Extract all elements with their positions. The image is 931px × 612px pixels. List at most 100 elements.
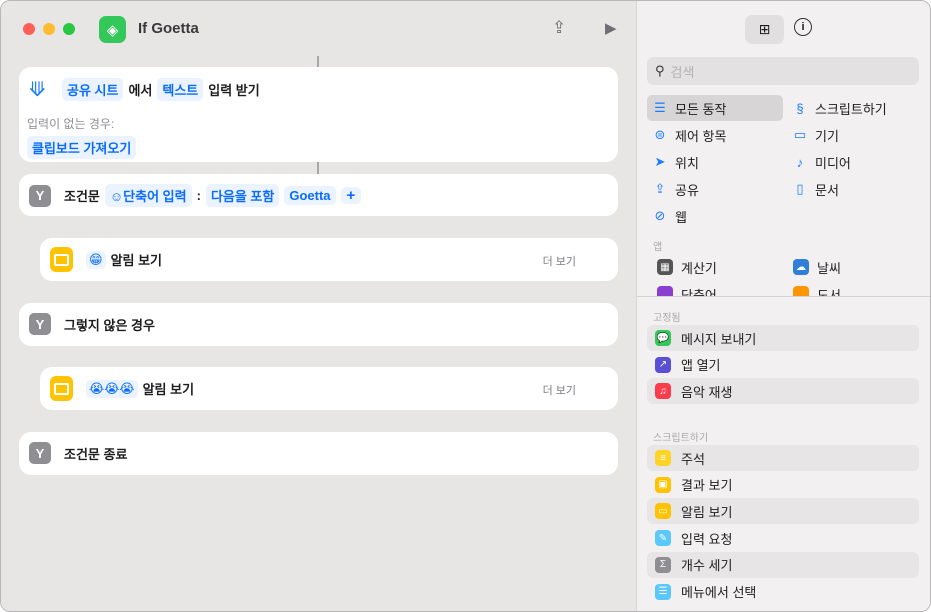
add-condition-button[interactable]: + [340, 187, 362, 204]
shortcut-icon[interactable]: ◈ [99, 16, 126, 43]
branch-icon: Y [29, 313, 51, 335]
item-label: 입력 요청 [681, 531, 733, 547]
end-if-label: 조건문 종료 [64, 446, 128, 462]
search-input[interactable]: ⚲ 검색 [647, 57, 919, 85]
category-item[interactable]: ▭ 기기 [787, 122, 923, 148]
category-label: 웹 [675, 209, 687, 225]
item-label: 개수 세기 [681, 558, 733, 574]
item-label: 알림 보기 [681, 504, 733, 520]
comment-icon: ≡ [655, 450, 671, 466]
category-item[interactable]: § 스크립트하기 [787, 95, 923, 121]
fallback-token[interactable]: 클립보드 가져오기 [27, 136, 137, 159]
category-label: 기기 [815, 128, 839, 144]
toggle-icon: ⊜ [654, 127, 666, 142]
category-item[interactable]: ➤ 위치 [647, 149, 783, 175]
pinned-item[interactable]: ↗ 앱 열기 [647, 352, 919, 378]
zoom-button[interactable] [63, 23, 75, 35]
open-app-icon: ↗ [655, 356, 671, 373]
search-icon: ⚲ [655, 63, 665, 78]
pinned-item[interactable]: ♫ 음악 재생 [647, 378, 919, 405]
compass-icon: ⊘ [654, 208, 666, 223]
category-item[interactable]: ⊘ 웹 [647, 203, 783, 229]
type-token[interactable]: 텍스트 [157, 78, 204, 101]
message-token[interactable]: 😁 [86, 250, 106, 269]
app-label: 계산기 [681, 260, 717, 276]
connector [317, 162, 319, 174]
pinned-section-label: 고정됨 [653, 313, 681, 324]
show-alert-action[interactable]: 😭😭😭 알림 보기 더 보기 [40, 367, 618, 410]
pinned-item[interactable]: 💬 메시지 보내기 [647, 325, 919, 351]
category-item[interactable]: ▯ 문서 [787, 176, 923, 202]
item-label: 주석 [681, 451, 705, 467]
scripting-item[interactable]: ✎ 입력 요청 [647, 525, 919, 551]
app-weather[interactable]: ☁ 날씨 [787, 254, 923, 280]
window-title: If Goetta [138, 20, 199, 37]
share-icon[interactable]: ⇪ [552, 18, 566, 38]
divider [637, 296, 930, 297]
scripting-item[interactable]: Σ 개수 세기 [647, 551, 919, 578]
show-more-button[interactable]: 더 보기 [543, 253, 576, 269]
scripting-section-label: 스크립트하기 [653, 433, 709, 444]
category-item[interactable]: ♪ 미디어 [787, 149, 923, 175]
otherwise-action[interactable]: Y 그렇지 않은 경우 [19, 303, 618, 346]
if-action[interactable]: Y 조건문 ☺단축어 입력 : 다음을 포함 Goetta + [19, 174, 618, 216]
books-icon [793, 286, 809, 296]
scripting-item[interactable]: ▭ 알림 보기 [647, 498, 919, 525]
weather-icon: ☁ [793, 259, 809, 275]
show-alert-action[interactable]: 😁 알림 보기 더 보기 [40, 238, 618, 281]
label: 에서 [128, 83, 153, 98]
app-shortcuts[interactable]: 단축어 [651, 281, 787, 296]
editor-pane: ◈ If Goetta ⇪ ▶ ⟱ 공유 시트 에서 텍스트 입력 받기 입력이… [1, 1, 636, 611]
end-if-action[interactable]: Y 조건문 종료 [19, 432, 618, 475]
alert-icon [50, 376, 73, 401]
category-item[interactable]: ☰ 모든 동작 [647, 95, 783, 121]
app-label: 도서 [817, 287, 841, 297]
scripting-item[interactable]: ≡ 주석 [647, 445, 919, 471]
count-icon: Σ [655, 556, 671, 573]
category-label: 문서 [815, 182, 839, 198]
music-icon: ♫ [655, 383, 671, 400]
action-label: 알림 보기 [142, 382, 195, 397]
search-placeholder: 검색 [670, 64, 695, 80]
scripting-icon: § [796, 100, 804, 116]
category-item[interactable]: ⇪ 공유 [647, 176, 783, 202]
message-token[interactable]: 😭😭😭 [86, 379, 138, 398]
app-label: 날씨 [817, 260, 841, 276]
value-token[interactable]: Goetta [284, 186, 336, 205]
list-icon: ☰ [654, 100, 666, 115]
scripting-item[interactable]: ▣ 결과 보기 [647, 472, 919, 498]
shortcuts-icon [657, 286, 673, 296]
minimize-button[interactable] [43, 23, 55, 35]
scripting-item[interactable]: ☰ 메뉴에서 선택 [647, 579, 919, 605]
info-icon[interactable]: i [794, 18, 812, 36]
variable-label: 단축어 입력 [123, 189, 187, 204]
receive-input-action[interactable]: ⟱ 공유 시트 에서 텍스트 입력 받기 입력이 없는 경우: 클립보드 가져오… [19, 67, 618, 162]
condition-token[interactable]: 다음을 포함 [205, 184, 280, 207]
document-icon: ▯ [796, 181, 804, 196]
category-label: 위치 [675, 155, 699, 171]
category-label: 스크립트하기 [815, 101, 887, 117]
show-more-button[interactable]: 더 보기 [543, 382, 576, 398]
variable-token[interactable]: ☺단축어 입력 [104, 184, 192, 207]
item-label: 앱 열기 [681, 358, 721, 374]
item-label: 메시지 보내기 [681, 331, 757, 347]
if-label: 조건문 [64, 189, 100, 204]
action-library-icon[interactable]: ⊞ [745, 15, 784, 44]
item-label: 메뉴에서 선택 [681, 585, 757, 600]
app-label: 단축어 [681, 287, 717, 297]
app-books[interactable]: 도서 [787, 281, 923, 296]
messages-icon: 💬 [655, 330, 671, 346]
colon: : [196, 188, 201, 203]
app-calculator[interactable]: ▦ 계산기 [651, 254, 787, 280]
quick-look-icon: ▣ [655, 476, 671, 493]
connector [317, 56, 319, 67]
apps-list: ▦ 계산기 ☁ 날씨 단축어 도서 [637, 251, 930, 296]
close-button[interactable] [23, 23, 35, 35]
source-token[interactable]: 공유 시트 [62, 78, 124, 101]
music-note-icon: ♪ [796, 154, 804, 170]
category-item[interactable]: ⊜ 제어 항목 [647, 122, 783, 148]
action-library: ⊞ i ⚲ 검색 ☰ 모든 동작 § 스크립트하기 ⊜ 제어 항목 ▭ 기기 ➤ 위치 ♪ 미디어 ⇪ 공… [636, 1, 930, 611]
run-button[interactable]: ▶ [605, 19, 617, 37]
alert-icon: ▭ [655, 503, 671, 520]
action-label: 알림 보기 [110, 253, 163, 268]
